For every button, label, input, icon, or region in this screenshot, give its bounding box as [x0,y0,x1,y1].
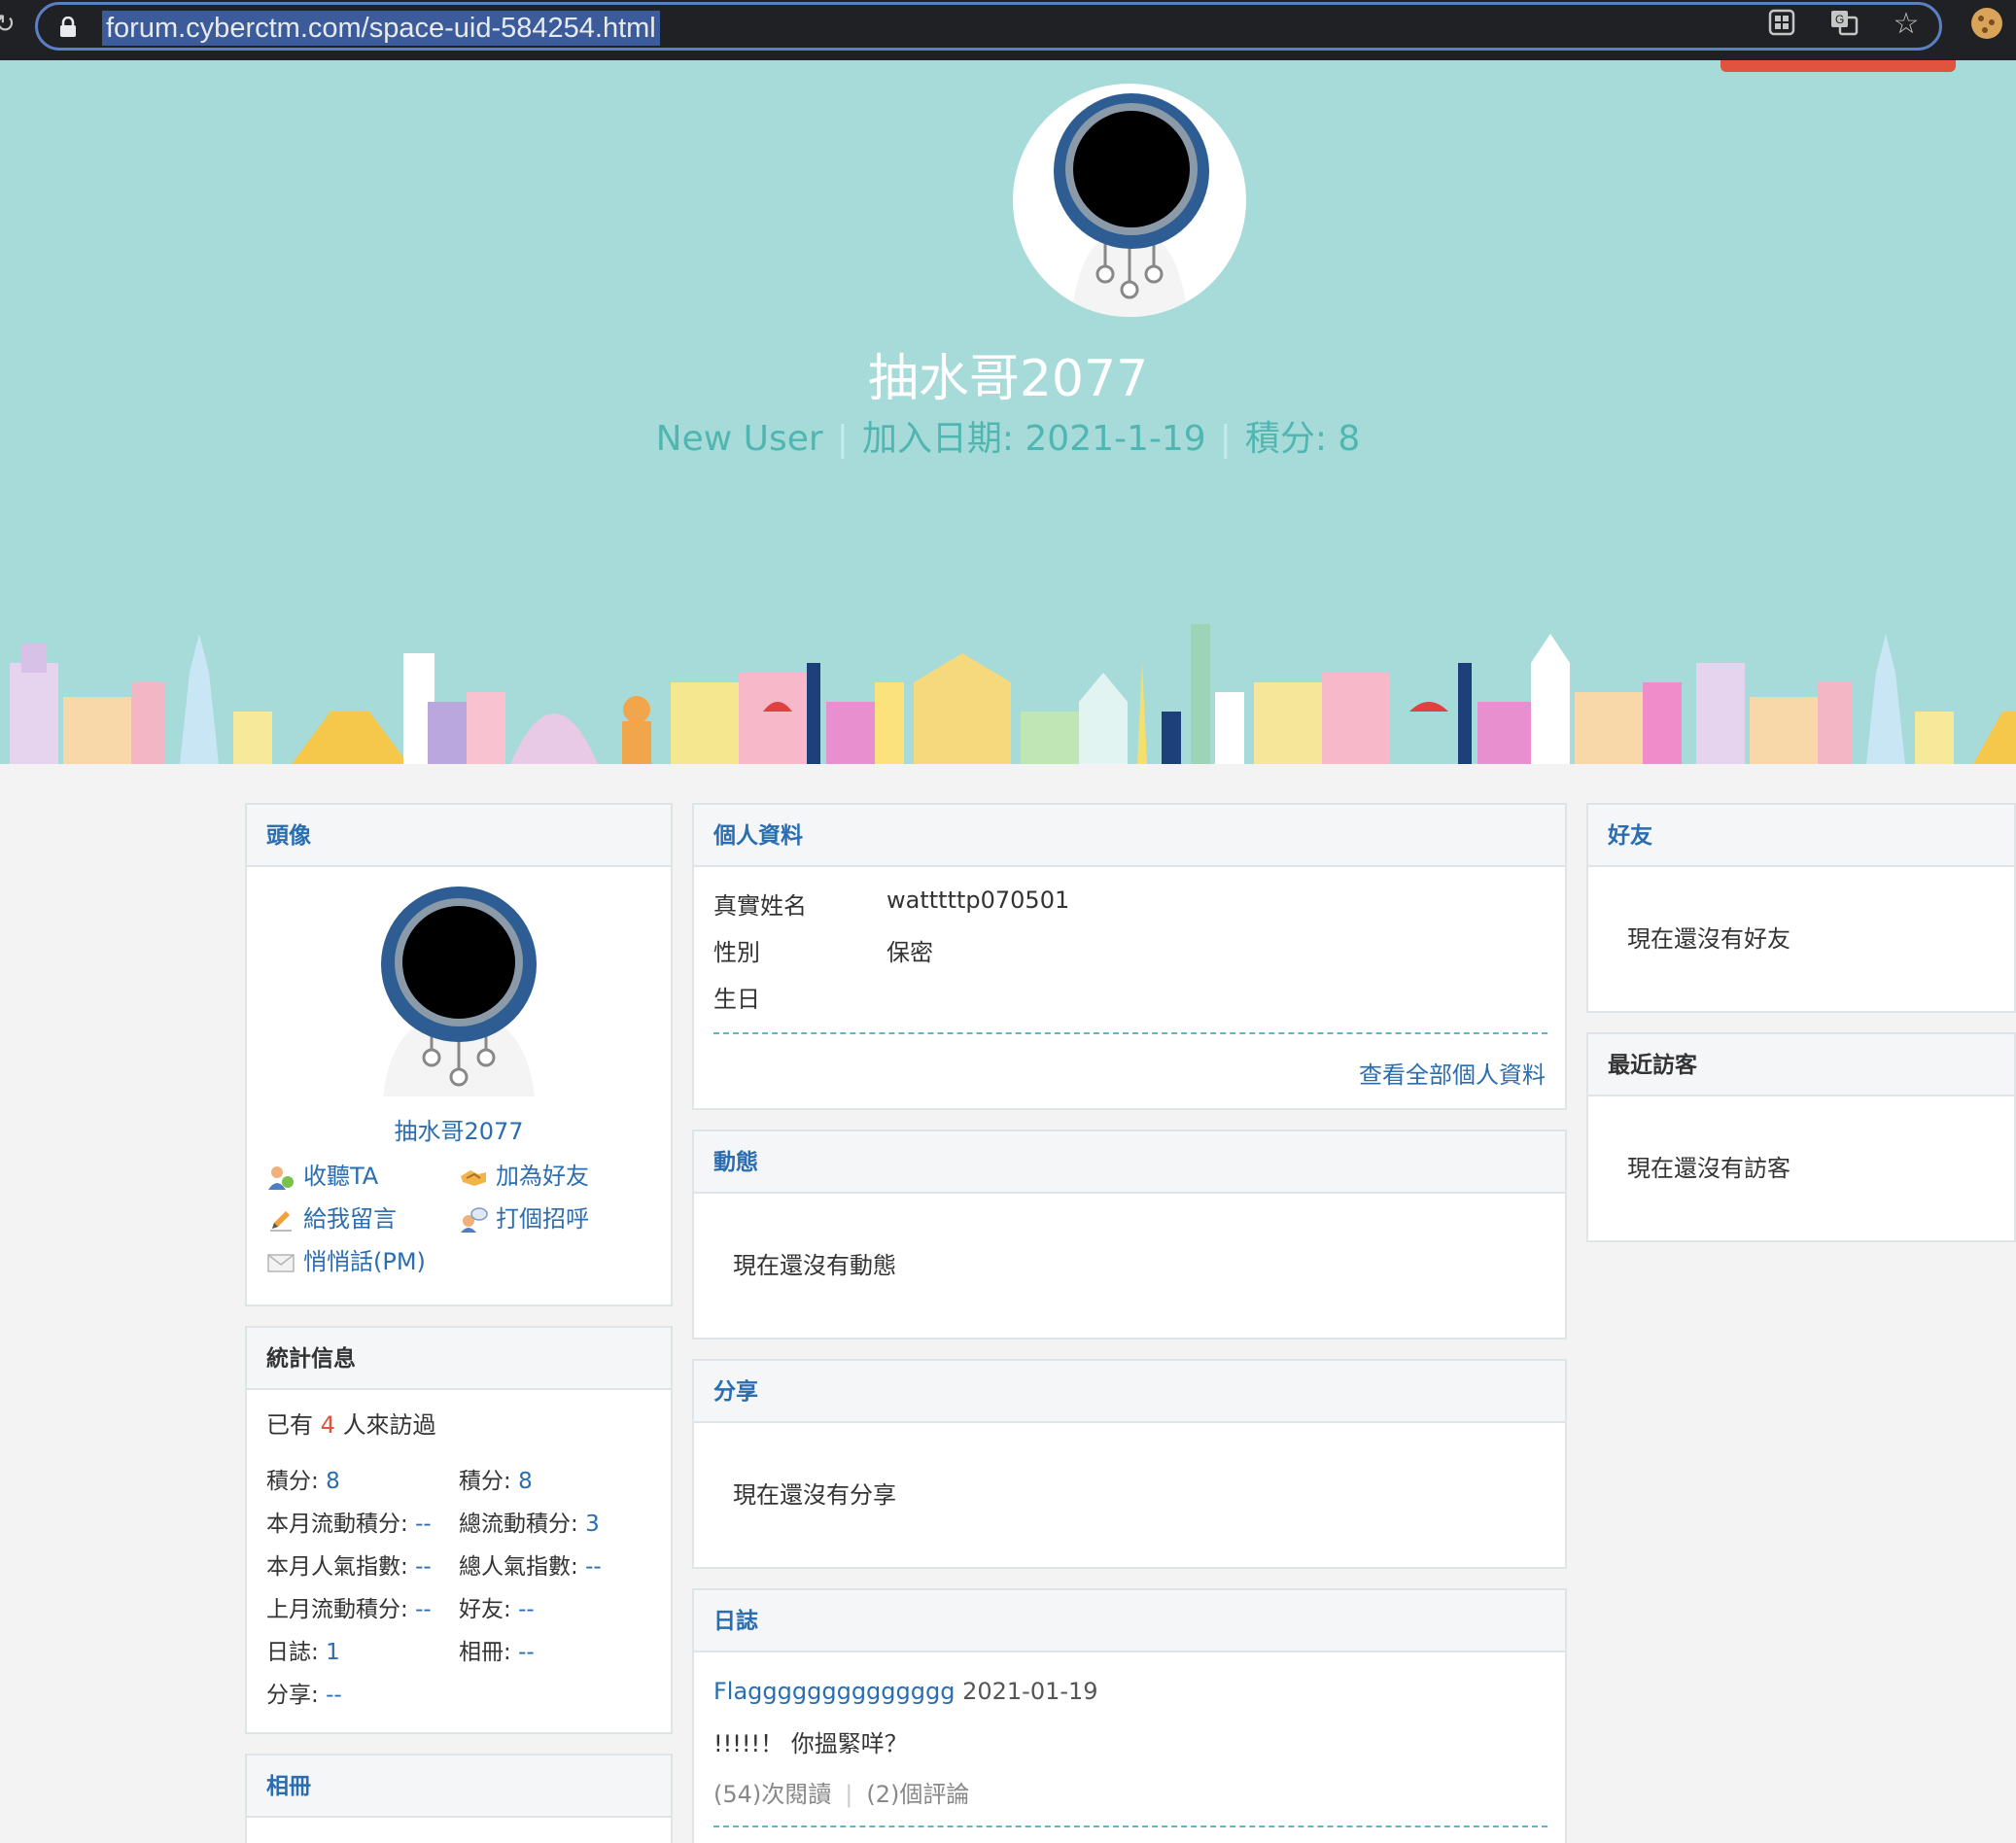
greet-icon [459,1207,488,1233]
stat-points: 積分: 8 [266,1469,340,1494]
visitors-panel-title: 最近訪客 [1588,1034,2014,1096]
profile-panel: 個人資料 真實姓名 watttttp070501 性別 保密 生日 查看全部個人… [692,803,1567,1110]
profile-label-birthday: 生日 [713,986,760,1013]
blog-post-stats: (54)次閱讀 | (2)個評論 [713,1781,970,1808]
greet-link[interactable]: 打個招呼 [459,1203,589,1234]
stat-month-popularity: 本月人氣指數: -- [266,1554,432,1580]
blog-post-date: 2021-01-19 [955,1678,1098,1705]
blog-post-excerpt: !!!!!！ 你搵緊咩？ [713,1730,908,1757]
stat-total-flow-points: 總流動積分: 3 [459,1512,600,1537]
avatar-panel-title: 頭像 [247,805,671,867]
envelope-icon [266,1250,295,1275]
profile-value-gender: 保密 [886,939,933,966]
profile-label-realname: 真實姓名 [713,892,807,920]
stat-friends: 好友: -- [459,1597,535,1622]
blog-panel: 日誌 Flagggggggggggggg 2021-01-19 !!!!!！ 你… [692,1588,1567,1843]
visitors-panel: 最近訪客 現在還沒有訪客 [1586,1032,2016,1242]
profile-value-realname: watttttp070501 [886,887,1070,914]
avatar[interactable] [1013,84,1246,317]
friends-panel: 好友 現在還沒有好友 [1586,803,2016,1013]
reload-icon[interactable]: ↻ [0,10,16,39]
divider [713,1826,1547,1827]
username-heading: 抽水哥2077 [867,350,1149,408]
translate-icon[interactable]: G [1827,8,1860,41]
avatar[interactable] [373,887,544,1096]
cookie-extension-icon[interactable] [1971,8,2002,39]
share-panel: 分享 現在還沒有分享 [692,1359,1567,1569]
blog-read-count[interactable]: (54)次閱讀 [713,1781,831,1808]
share-panel-title: 分享 [694,1361,1565,1423]
album-panel-title: 相冊 [247,1756,671,1818]
profile-label-gender: 性別 [713,939,760,966]
feed-panel-title: 動態 [694,1131,1565,1194]
friends-panel-title: 好友 [1588,805,2014,867]
album-panel: 相冊 [245,1754,673,1843]
divider [713,1032,1547,1034]
visitors-empty-text: 現在還沒有訪客 [1627,1155,1790,1182]
feed-empty-text: 現在還沒有動態 [733,1252,896,1279]
stat-total-popularity: 總人氣指數: -- [459,1554,602,1580]
url-text[interactable]: forum.cyberctm.com/space-uid-584254.html [102,11,660,46]
user-rank: New User [655,419,823,459]
follow-link[interactable]: 收聽TA [266,1161,378,1192]
address-bar[interactable]: forum.cyberctm.com/space-uid-584254.html [35,2,1942,51]
handshake-icon [459,1165,488,1190]
stat-month-flow-points: 本月流動積分: -- [266,1512,432,1537]
leave-message-label: 給我留言 [303,1205,397,1233]
stat-last-month-flow: 上月流動積分: -- [266,1597,432,1622]
stats-panel-title: 統計信息 [247,1328,671,1390]
avatar-username-link[interactable]: 抽水哥2077 [247,1112,671,1146]
stats-panel: 統計信息 已有 4 人來訪過 積分: 8 積分: 8 本月流動積分: -- 總流… [245,1326,673,1734]
follow-icon [266,1165,295,1190]
follow-label: 收聽TA [303,1163,379,1190]
leave-message-link[interactable]: 給我留言 [266,1203,397,1234]
stat-points-2: 積分: 8 [459,1469,533,1494]
join-date: 加入日期: 2021-1-19 [861,419,1206,459]
blog-comment-count[interactable]: (2)個評論 [866,1781,969,1808]
profile-panel-title: 個人資料 [694,805,1565,867]
pencil-icon [266,1207,295,1233]
top-tab-button[interactable] [1721,60,1956,72]
view-all-profile-link[interactable]: 查看全部個人資料 [1359,1056,1546,1090]
visitor-count-text: 已有 4 人來訪過 [266,1411,436,1439]
greet-label: 打個招呼 [496,1205,589,1233]
profile-banner: 抽水哥2077 New User | 加入日期: 2021-1-19 | 積分: 8 [0,60,2016,764]
avatar-panel: 頭像 抽水哥2077 收聽TA 加為好友 給我留言 打個招呼 悄悄話(PM) [245,803,673,1306]
user-meta: New User | 加入日期: 2021-1-19 | 積分: 8 [655,419,1361,459]
apps-icon[interactable] [1765,8,1798,41]
points-value: 積分: 8 [1244,419,1361,459]
bookmark-star-icon[interactable]: ☆ [1890,8,1923,41]
blog-post-title-link[interactable]: Flagggggggggggggg [713,1678,955,1705]
blog-panel-title: 日誌 [694,1590,1565,1652]
private-message-label: 悄悄話(PM) [303,1248,426,1275]
add-friend-label: 加為好友 [496,1163,589,1190]
friends-empty-text: 現在還沒有好友 [1627,925,1790,953]
visitor-count: 4 [320,1411,335,1439]
share-empty-text: 現在還沒有分享 [733,1481,896,1509]
lock-icon [60,17,76,37]
private-message-link[interactable]: 悄悄話(PM) [266,1246,426,1277]
add-friend-link[interactable]: 加為好友 [459,1161,589,1192]
blog-post-header: Flagggggggggggggg 2021-01-19 [713,1678,1098,1705]
feed-panel: 動態 現在還沒有動態 [692,1130,1567,1339]
browser-toolbar: ↻ forum.cyberctm.com/space-uid-584254.ht… [0,0,2016,60]
svg-text:G: G [1835,13,1844,26]
city-skyline-illustration [10,624,2016,764]
stat-shares: 分享: -- [266,1683,342,1708]
stat-blogs: 日誌: 1 [266,1640,340,1665]
stat-albums: 相冊: -- [459,1640,535,1665]
